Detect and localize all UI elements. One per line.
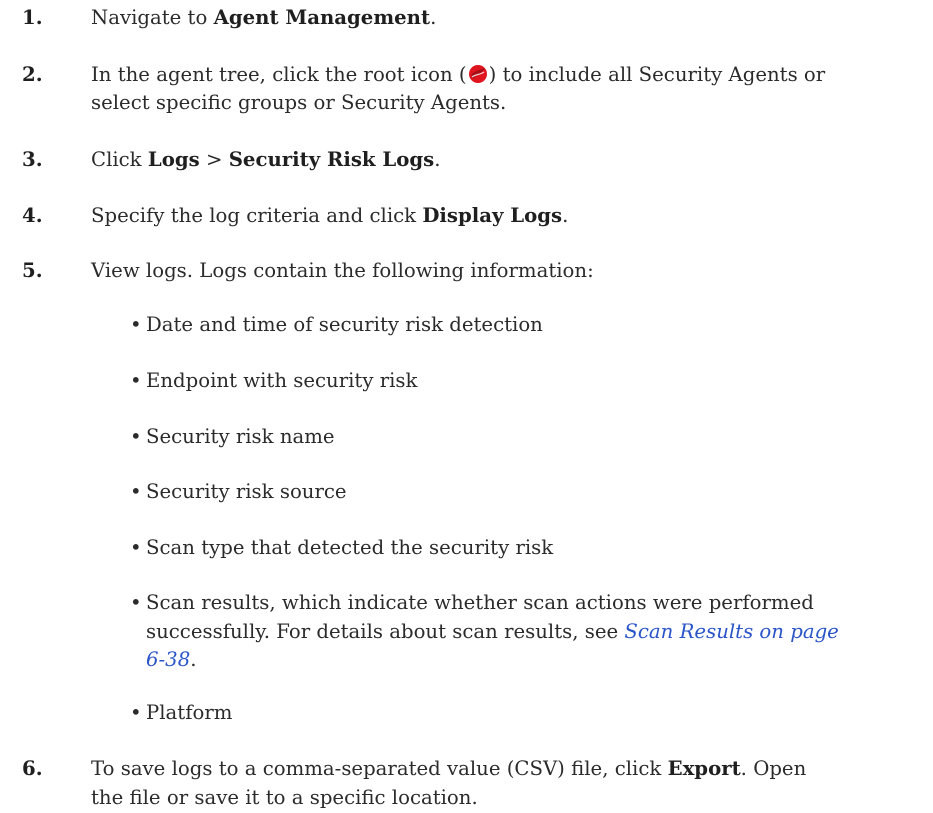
step-text: To save logs to a comma-separated value … [91,755,923,813]
step-text-plain: . [434,148,441,171]
step-number: 6. [22,757,43,780]
step-text-plain: . Open [740,757,807,780]
step-text-plain: In the agent tree, click the root icon ( [91,62,467,86]
link-text[interactable]: 6-38 [146,648,190,671]
step-text-plain: Navigate to [91,5,214,29]
ui-term-display-logs: Display Logs [422,203,563,227]
ui-term-logs: Logs [147,148,200,171]
trend-micro-root-icon [468,64,487,83]
bullet-dot: • [130,536,142,560]
ui-term-agent-management: Agent Management [213,5,431,29]
step-text-plain: . [562,203,569,227]
step-number: 5. [22,259,43,283]
menu-separator: > [199,148,229,171]
step-text-plain: ) to include all Security Agents or [488,62,826,86]
ui-term-export: Export [667,757,741,780]
list-item-text: Platform [146,701,233,725]
bullet-dot: • [130,590,142,614]
link-text[interactable]: Scan Results on page [624,620,838,643]
step-text: Click Logs > Security Risk Logs. [91,146,923,175]
bullet-dot: • [130,368,142,392]
ui-term-security-risk-logs: Security Risk Logs [228,148,435,171]
step-text-plain: select specific groups or Security Agent… [91,91,507,115]
step-text-plain: . [430,5,437,29]
step-text-plain: Click [91,148,148,171]
step-number: 1. [22,5,43,29]
list-item-text-plain: Scan results, which indicate whether sca… [146,590,814,614]
bullet-dot: • [130,313,142,337]
step-number: 3. [22,148,43,171]
step-text-plain: Specify the log criteria and click [91,203,423,227]
step-text-plain: the file or save it to a specific locati… [91,785,478,809]
list-item-text-plain: . [190,648,197,672]
step-number: 4. [22,203,43,227]
list-item-text: Security risk source [146,480,347,504]
list-item-text-plain: successfully. For details about scan res… [146,619,625,643]
list-item-text: Scan type that detected the security ris… [146,536,554,560]
list-item-text: Date and time of security risk detection [146,313,543,337]
step-text-plain: To save logs to a comma-separated value … [91,757,668,780]
list-item-text: Endpoint with security risk [146,368,418,392]
step-text: Navigate to Agent Management. [91,4,923,33]
step-text: In the agent tree, click the root icon (… [91,61,923,119]
document-page: 1. Navigate to Agent Management. 2. In t… [0,0,933,809]
step-text: View logs. Logs contain the following in… [91,259,594,283]
bullet-dot: • [130,480,142,504]
list-item-text: Security risk name [146,424,335,448]
bullet-dot: • [130,701,142,725]
step-text: Specify the log criteria and click Displ… [91,202,923,231]
list-item-text: Scan results, which indicate whether sca… [146,589,923,675]
bullet-dot: • [130,424,142,448]
step-number: 2. [22,62,43,86]
